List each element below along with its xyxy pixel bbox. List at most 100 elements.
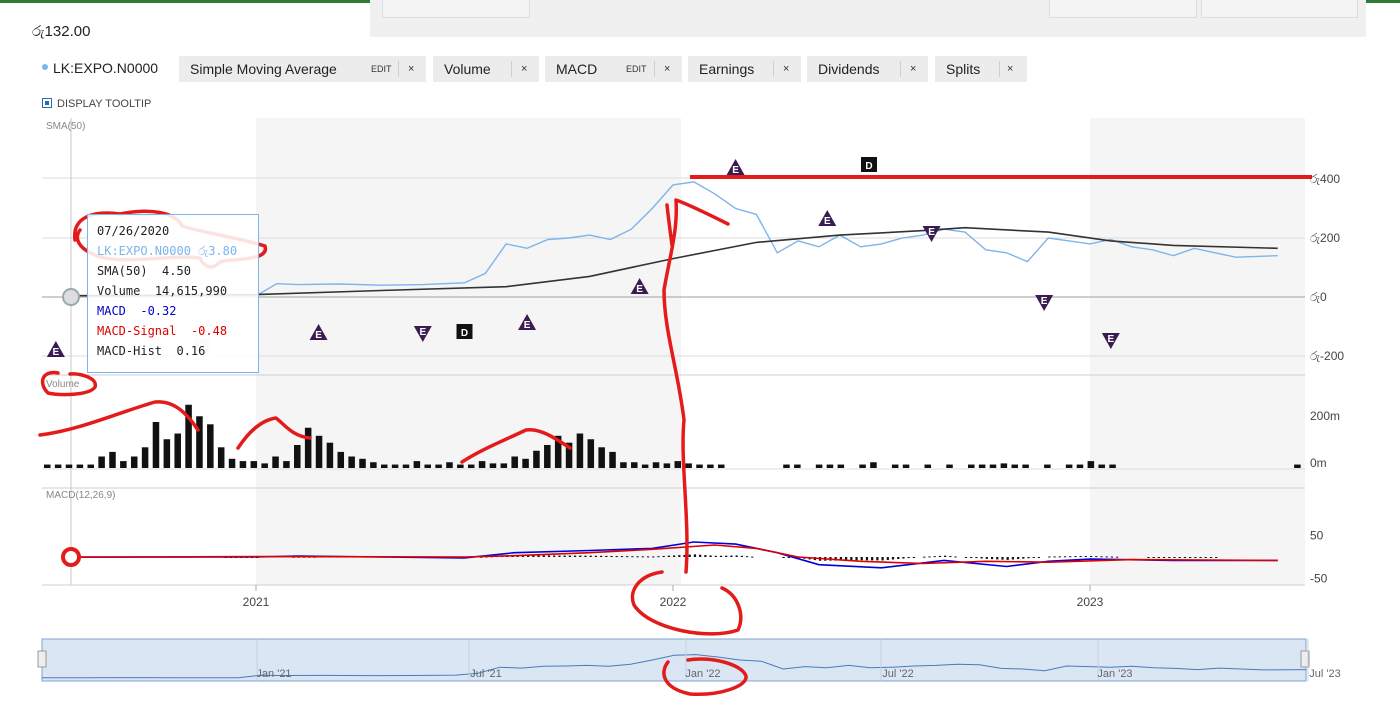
volume-bar [544, 445, 551, 468]
volume-bar [239, 461, 247, 468]
macd-hist-bar [615, 556, 618, 558]
volume-bar [1076, 464, 1084, 468]
volume-bar [326, 442, 334, 468]
volume-bar [402, 464, 410, 468]
crosshair-point [62, 288, 80, 306]
volume-bar [109, 451, 116, 468]
volume-bar [924, 464, 932, 468]
volume-axis-tick: 0m [1310, 456, 1327, 470]
volume-bar [478, 461, 486, 468]
volume-bar [152, 422, 160, 468]
macd-hist-bar [652, 556, 655, 558]
volume-bar [587, 439, 595, 468]
macd-hist-bar [751, 556, 754, 558]
macd-axis-tick: 50 [1310, 529, 1324, 543]
macd-hist-bar [897, 557, 900, 560]
volume-bar [283, 461, 290, 468]
volume-bar [1000, 463, 1008, 468]
volume-bar [902, 464, 910, 468]
volume-bar [174, 433, 181, 468]
macd-hist-bar [912, 557, 915, 558]
earnings-label: E [1041, 296, 1048, 307]
macd-hist-bar [1079, 556, 1082, 558]
macd-hist-bar [891, 557, 895, 560]
macd-hist-bar [1001, 557, 1004, 560]
earnings-marker[interactable]: E [46, 341, 65, 358]
macd-hist-bar [662, 555, 665, 557]
macd-hist-bar [1032, 557, 1035, 558]
macd-hist-bar [782, 557, 785, 558]
macd-hist-bar [568, 555, 571, 557]
dividend-marker[interactable]: D [860, 157, 877, 172]
macd-hist-bar [704, 555, 707, 557]
volume-bar [631, 462, 638, 468]
volume-bar [65, 464, 73, 468]
macd-hist-bar [1053, 556, 1056, 558]
macd-hist-bar [886, 557, 889, 560]
macd-hist-bar [636, 556, 639, 558]
volume-bar [163, 439, 171, 468]
dividend-label: D [461, 328, 468, 339]
macd-hist-bar [1147, 557, 1150, 558]
dividend-marker[interactable]: D [456, 324, 473, 339]
earnings-marker[interactable]: E [1035, 295, 1054, 311]
volume-bar [228, 458, 236, 468]
macd-hist-bar [1152, 557, 1155, 558]
volume-bar [674, 461, 682, 468]
volume-bar [87, 464, 95, 468]
volume-bar [370, 462, 377, 468]
year-band [1090, 118, 1305, 585]
volume-bar [337, 451, 345, 468]
volume-bar [467, 464, 475, 468]
macd-hist-bar [1189, 557, 1192, 558]
macd-hist-bar [1069, 556, 1072, 558]
macd-hist-bar [938, 555, 942, 557]
volume-bar [424, 464, 431, 468]
volume-bar [380, 464, 388, 468]
macd-hist-bar [735, 555, 738, 557]
macd-hist-bar [626, 556, 629, 558]
macd-hist-bar [980, 557, 983, 559]
volume-bar [348, 456, 355, 468]
price-axis-tick: රු400 [1310, 172, 1340, 186]
volume-bar [207, 424, 214, 468]
tooltip-hist-row: MACD-Hist 0.16 [97, 344, 206, 358]
macd-hist-bar [678, 555, 681, 557]
tooltip-signal-row: MACD-Signal -0.48 [97, 324, 228, 338]
volume-bar [261, 463, 268, 468]
background-bands [256, 118, 1305, 585]
macd-hist-bar [970, 557, 973, 558]
macd-hist-bar [1173, 557, 1176, 558]
earnings-marker[interactable]: E [726, 159, 745, 176]
tooltip-price-row: LK:EXPO.N0000 රු3.80 [97, 244, 238, 258]
volume-bar [141, 447, 149, 468]
macd-hist-bar [547, 555, 551, 557]
volume-bar [457, 464, 464, 468]
macd-hist-bar [923, 556, 926, 558]
volume-bar [435, 464, 442, 468]
earnings-label: E [315, 330, 322, 341]
navigator-tick: Jul '21 [470, 668, 501, 680]
volume-bar [859, 464, 866, 468]
earnings-label: E [824, 216, 831, 227]
volume-bar [391, 464, 399, 468]
price-axis-tick: රු200 [1310, 231, 1340, 245]
earnings-marker[interactable]: E [818, 210, 837, 227]
volume-bar [446, 462, 453, 468]
macd-panel-label: MACD(12,26,9) [46, 490, 115, 501]
volume-bar [696, 464, 703, 468]
volume-bar [120, 461, 127, 468]
macd-hist-bar [646, 556, 650, 558]
macd-hist-bar [573, 555, 577, 557]
price-axis-tick: රු0 [1310, 290, 1327, 304]
volume-bar [217, 447, 225, 468]
price-axis-tick: රු-200 [1310, 349, 1344, 363]
macd-hist-bar [907, 557, 910, 559]
macd-hist-bar [579, 555, 582, 557]
earnings-label: E [53, 347, 60, 358]
macd-hist-bar [855, 557, 858, 561]
tooltip-macd-row: MACD -0.32 [97, 304, 177, 318]
macd-hist-bar [1110, 556, 1114, 558]
macd-hist-bar [1058, 556, 1061, 558]
x-axis-tick: 2022 [660, 595, 687, 609]
